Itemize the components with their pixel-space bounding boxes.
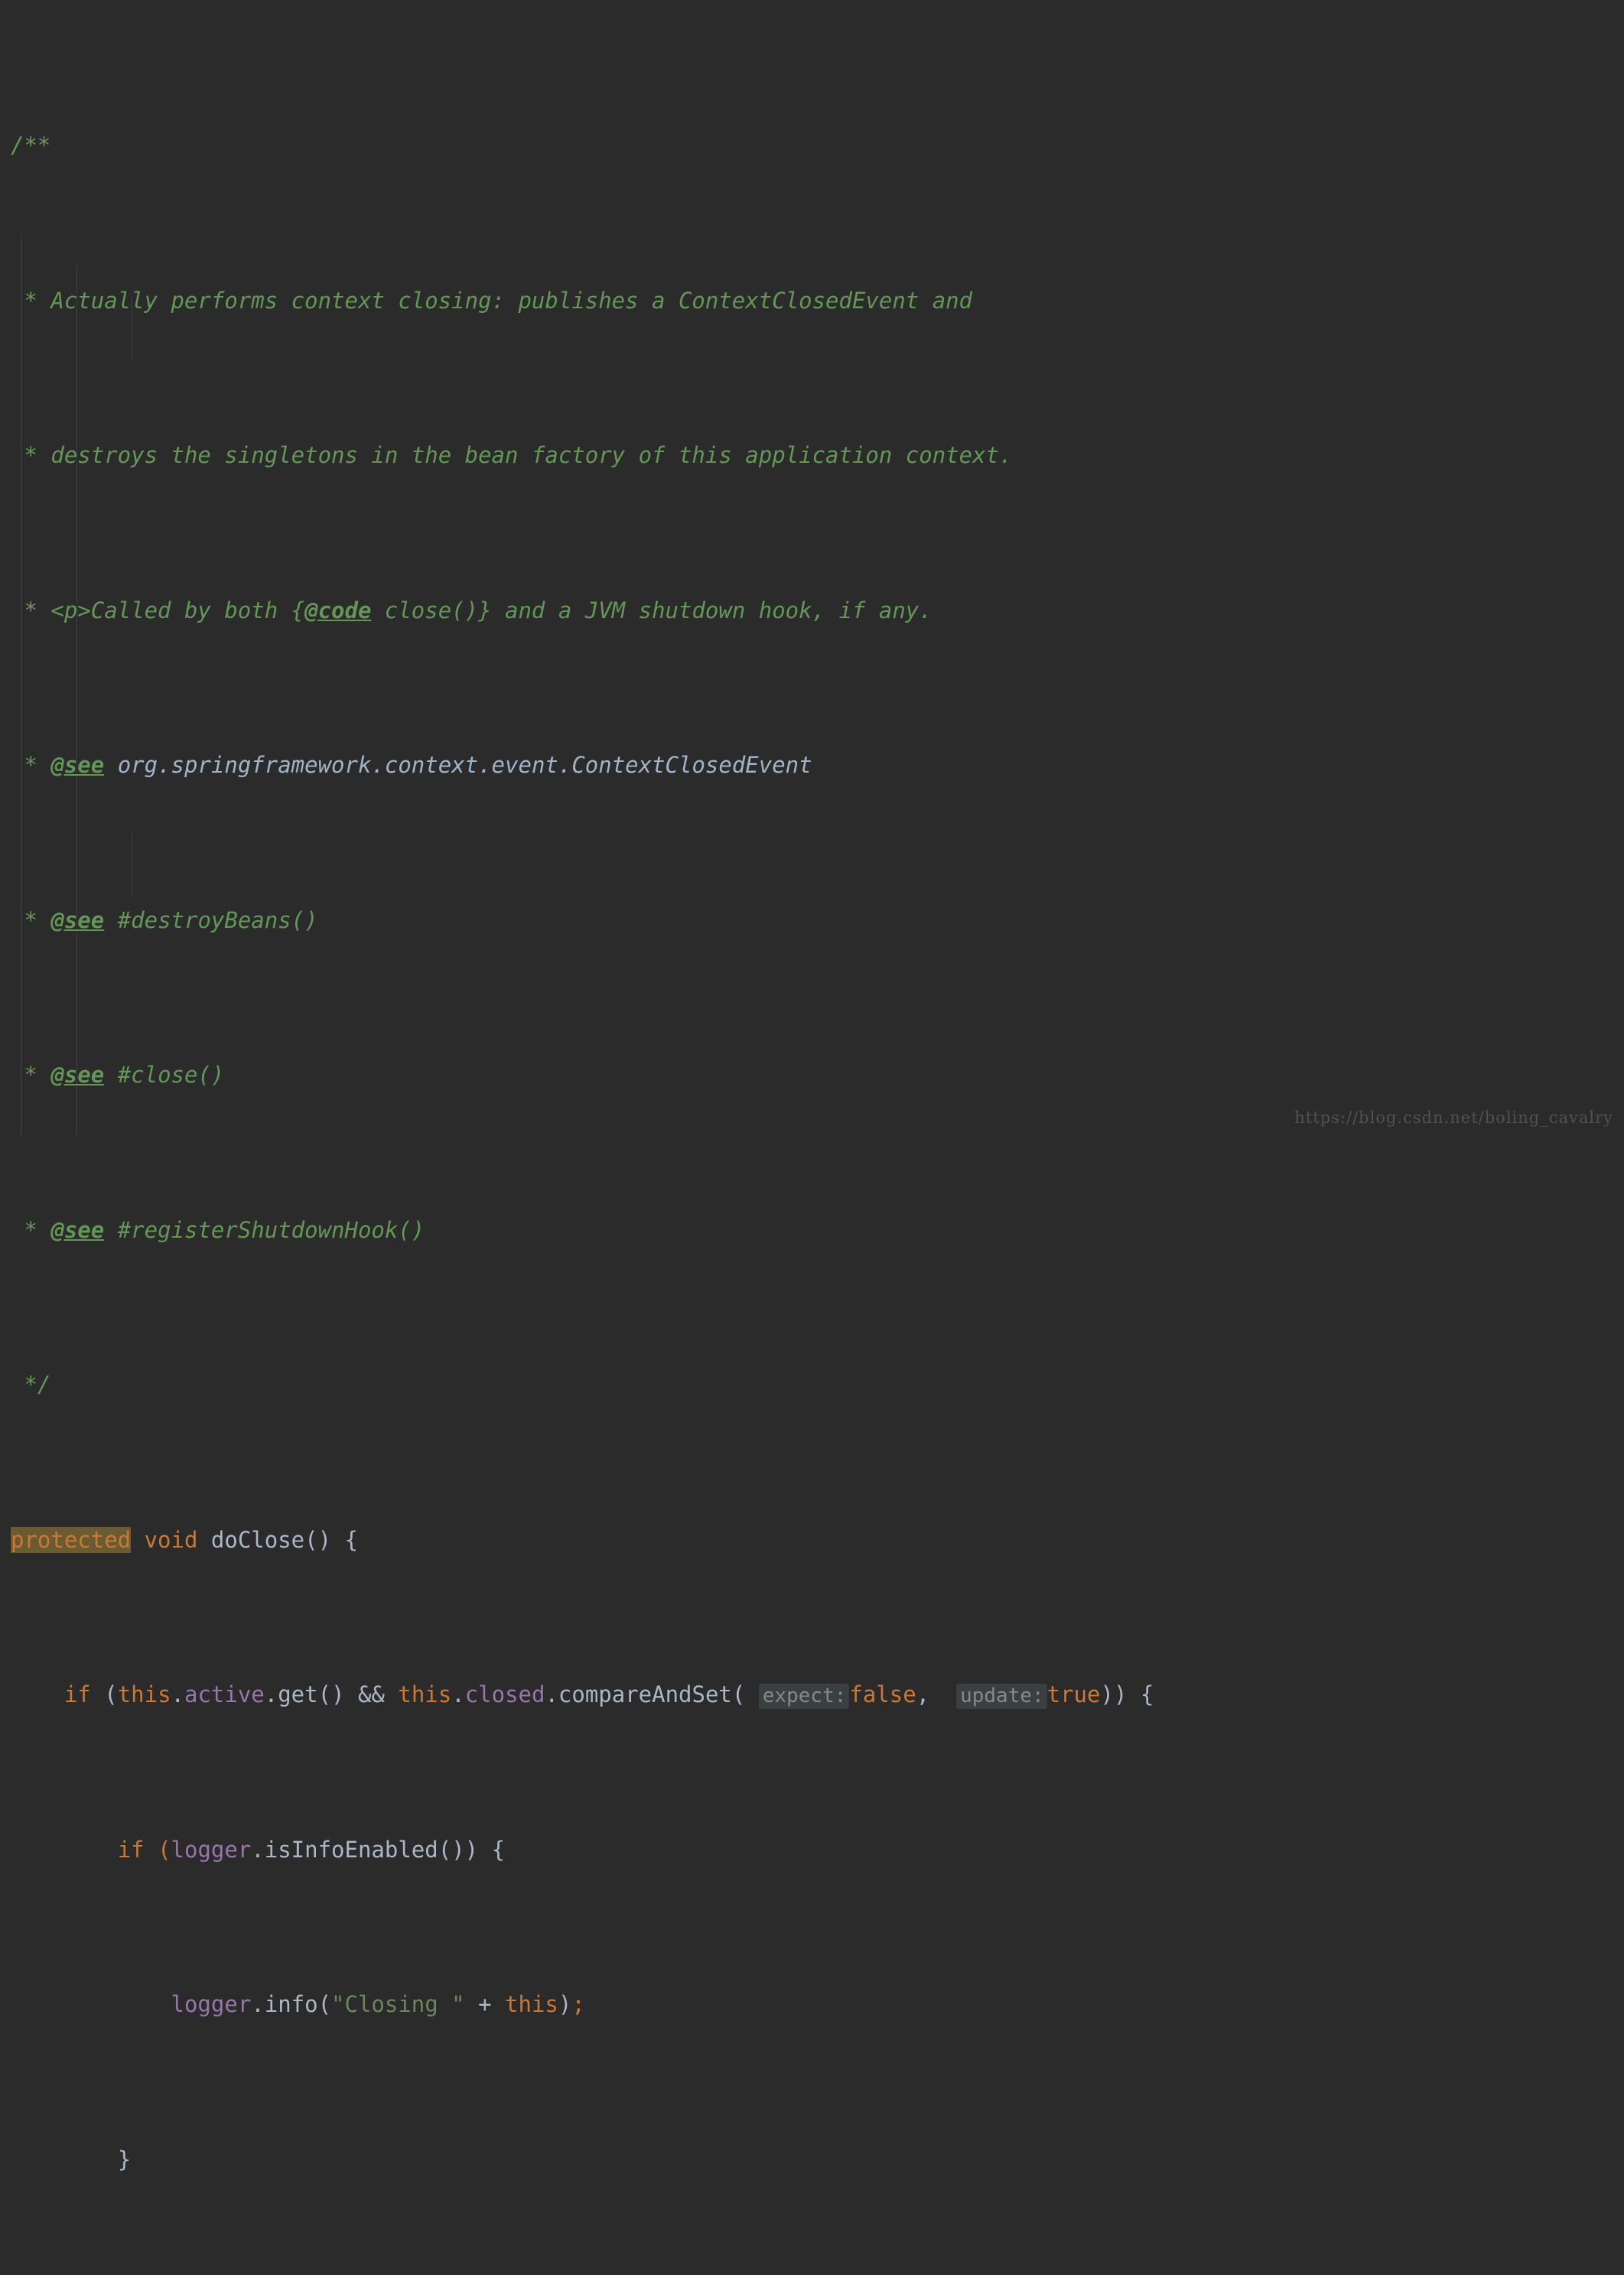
code-line[interactable]: */ — [11, 1369, 1476, 1401]
param-hint-expect[interactable]: expect: — [758, 1684, 850, 1709]
javadoc-text: * Actually performs context closing: pub… — [11, 287, 973, 314]
code-line[interactable]: * @see #destroyBeans() — [11, 905, 1476, 936]
compare-and-set-call: .compareAndSet( — [545, 1681, 759, 1707]
javadoc-star: * — [11, 1062, 51, 1088]
keyword-this: this — [505, 1991, 558, 2017]
keyword-if: if ( — [117, 1836, 171, 1863]
punct: () { — [304, 1526, 358, 1553]
javadoc-see-ref: org.springframework.context.event.Contex… — [104, 752, 812, 778]
method-name-doClose: doClose — [210, 1526, 305, 1553]
punct-semicolon: ; — [571, 1991, 585, 2017]
javadoc-see-ref: #destroyBeans() — [104, 906, 318, 933]
code-line[interactable]: * @see #registerShutdownHook() — [11, 1215, 1476, 1246]
javadoc-close: */ — [11, 1372, 51, 1398]
field-logger: logger — [171, 1836, 252, 1863]
javadoc-text: * destroys the singletons in the bean fa… — [11, 442, 1013, 468]
javadoc-see-tag[interactable]: @see — [50, 1217, 104, 1243]
keyword-if: if — [63, 1681, 91, 1707]
literal-true: true — [1046, 1681, 1101, 1707]
op-plus: + — [464, 1991, 506, 2017]
code-line-method-signature[interactable]: protected void doClose() { — [11, 1525, 1476, 1556]
javadoc-open: /** — [11, 132, 51, 158]
keyword-this: this — [117, 1681, 171, 1707]
field-closed: closed — [464, 1681, 545, 1707]
javadoc-star: * — [11, 1216, 51, 1243]
field-logger: logger — [171, 1991, 252, 2017]
field-active: active — [184, 1681, 265, 1707]
code-line[interactable]: * Actually performs context closing: pub… — [11, 285, 1476, 317]
javadoc-text: close()} and a JVM shutdown hook, if any… — [371, 597, 932, 623]
get-call: .get() — [264, 1681, 358, 1707]
is-info-enabled-call: .isInfoEnabled()) { — [251, 1836, 506, 1863]
keyword-protected: protected — [11, 1526, 132, 1553]
javadoc-see-tag[interactable]: @see — [50, 752, 104, 778]
string-closing: "Closing " — [331, 1991, 465, 2017]
code-line-logger-info[interactable]: logger.info("Closing " + this); — [11, 1989, 1476, 2020]
code-line[interactable]: * destroys the singletons in the bean fa… — [11, 440, 1476, 471]
info-call: .info( — [251, 1991, 332, 2017]
javadoc-text: * <p>Called by both { — [11, 597, 305, 623]
code-line[interactable]: } — [11, 2144, 1476, 2176]
javadoc-code-tag[interactable]: @code — [304, 597, 371, 623]
code-line[interactable]: /** — [11, 130, 1476, 161]
code-line[interactable]: * @see #close() — [11, 1059, 1476, 1091]
code-line[interactable]: * @see org.springframework.context.event… — [11, 750, 1476, 781]
param-hint-update[interactable]: update: — [956, 1684, 1047, 1709]
code-content[interactable]: /** * Actually performs context closing:… — [0, 0, 1476, 2275]
punct-comma: , — [916, 1681, 957, 1707]
javadoc-see-tag[interactable]: @see — [50, 1062, 104, 1088]
javadoc-see-ref: #close() — [104, 1062, 225, 1088]
javadoc-see-ref: #registerShutdownHook() — [104, 1216, 425, 1243]
watermark-url: https://blog.csdn.net/boling_cavalry — [1294, 1108, 1613, 1127]
code-editor[interactable]: /** * Actually performs context closing:… — [0, 0, 1624, 2172]
code-line-if-info-enabled[interactable]: if (logger.isInfoEnabled()) { — [11, 1834, 1476, 1866]
punct: )) { — [1100, 1681, 1154, 1707]
brace-close: } — [117, 2146, 132, 2172]
javadoc-star: * — [11, 752, 51, 778]
punct-dot: . — [171, 1681, 184, 1707]
punct-dot: . — [451, 1681, 465, 1707]
keyword-this: this — [398, 1681, 452, 1707]
op-and: && — [357, 1681, 399, 1707]
javadoc-see-tag[interactable]: @see — [50, 907, 104, 933]
javadoc-star: * — [11, 906, 51, 933]
keyword-void: void — [131, 1526, 211, 1553]
code-line-if-active[interactable]: if (this.active.get() && this.closed.com… — [11, 1679, 1476, 1710]
code-line[interactable]: * <p>Called by both {@code close()} and … — [11, 595, 1476, 627]
literal-false: false — [849, 1681, 916, 1707]
